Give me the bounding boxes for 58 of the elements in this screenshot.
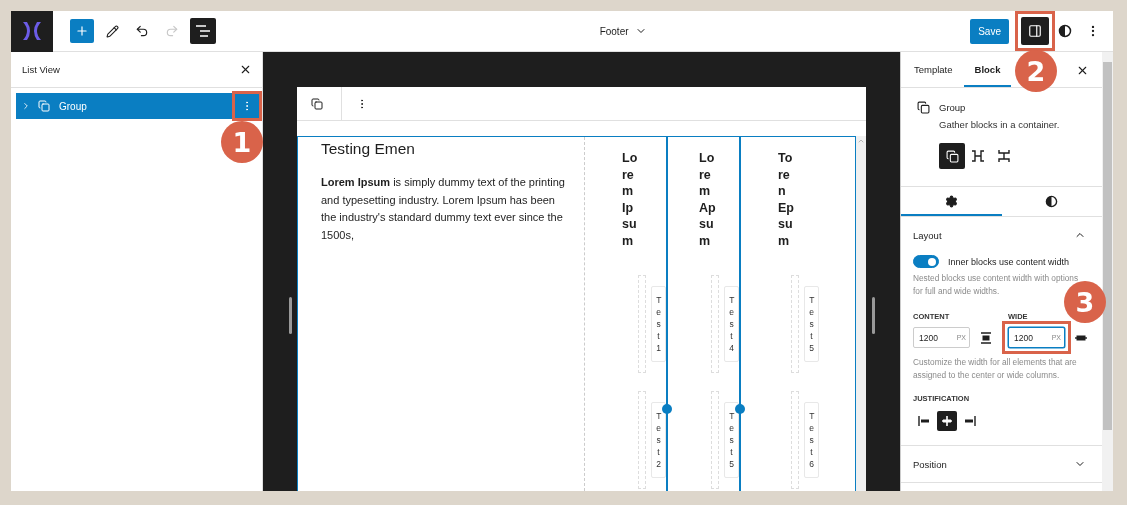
section-title: Position: [913, 458, 947, 470]
column-heading: Toren Epsum: [778, 150, 795, 249]
panel-title: List View: [22, 64, 60, 75]
highlight-frame: [232, 91, 262, 121]
row-icon: [971, 150, 985, 162]
text-card: Test 5: [804, 286, 819, 362]
list-view-icon: [195, 24, 211, 38]
group-icon: [311, 97, 323, 110]
redo-icon: [165, 24, 179, 38]
stack-icon: [998, 149, 1010, 163]
sidebar-tab[interactable]: Block: [963, 52, 1012, 87]
settings-sidebar-button[interactable]: [1021, 17, 1049, 45]
undo-icon: [135, 24, 149, 38]
logo[interactable]: [11, 11, 53, 52]
group-icon: [917, 101, 930, 114]
styles-icon: [1045, 195, 1059, 208]
justify-center-icon: [939, 413, 955, 429]
toggle-label: Inner blocks use content width: [948, 256, 1070, 267]
justify-button[interactable]: [937, 411, 957, 431]
column-heading: Lorem Apsum: [699, 150, 716, 249]
step-marker: 1: [221, 121, 263, 163]
group-icon: [945, 149, 959, 163]
resize-handle[interactable]: [735, 404, 745, 414]
contrast-icon: [1058, 24, 1072, 38]
paragraph: Lorem Ipsum is simply dummy text of the printing and typesetting industry. Lorem Ipsum has been the industry's standard dummy text ever since the 1500s,: [321, 175, 566, 243]
toggle-switch[interactable]: [913, 255, 939, 268]
block-description: Gather blocks in a container.: [939, 119, 1061, 130]
document-title-dropdown[interactable]: Footer: [595, 23, 651, 39]
save-button[interactable]: Save: [970, 18, 1009, 44]
resize-handle[interactable]: [289, 297, 292, 334]
sidebar-icon: [1028, 24, 1042, 38]
column-heading: Lorem Ipsum: [622, 150, 639, 249]
plus-icon: [75, 24, 89, 38]
chevron-up-icon: [857, 137, 865, 145]
highlight-frame: [1015, 11, 1055, 51]
step-marker: 2: [1015, 50, 1057, 92]
settings-icon: [944, 195, 958, 208]
list-view-button[interactable]: [190, 18, 216, 44]
heading: Testing Emen: [321, 140, 416, 158]
resize-handle[interactable]: [872, 297, 875, 334]
help-text: Customize the width for all elements that are assigned to the center or wide columns.: [913, 356, 1078, 382]
resize-handle[interactable]: [662, 404, 672, 414]
content-width-icon[interactable]: [980, 331, 992, 344]
add-block-button[interactable]: [70, 19, 94, 43]
sidebar-tab[interactable]: Template: [903, 52, 964, 87]
highlight-frame: [1002, 321, 1071, 354]
scrollbar[interactable]: [856, 136, 866, 491]
scrollbar[interactable]: [1102, 52, 1113, 491]
text-card: Test 1: [651, 286, 666, 362]
pencil-icon: [105, 24, 119, 38]
group-icon: [38, 100, 50, 112]
section-title: Layout: [913, 229, 942, 241]
text-card: Test 6: [804, 402, 819, 478]
logo-icon: [21, 20, 43, 42]
variation-button[interactable]: [939, 143, 965, 169]
step-marker: 3: [1064, 281, 1106, 323]
block-title: Group: [939, 102, 966, 113]
text-card: Test 4: [724, 286, 739, 362]
